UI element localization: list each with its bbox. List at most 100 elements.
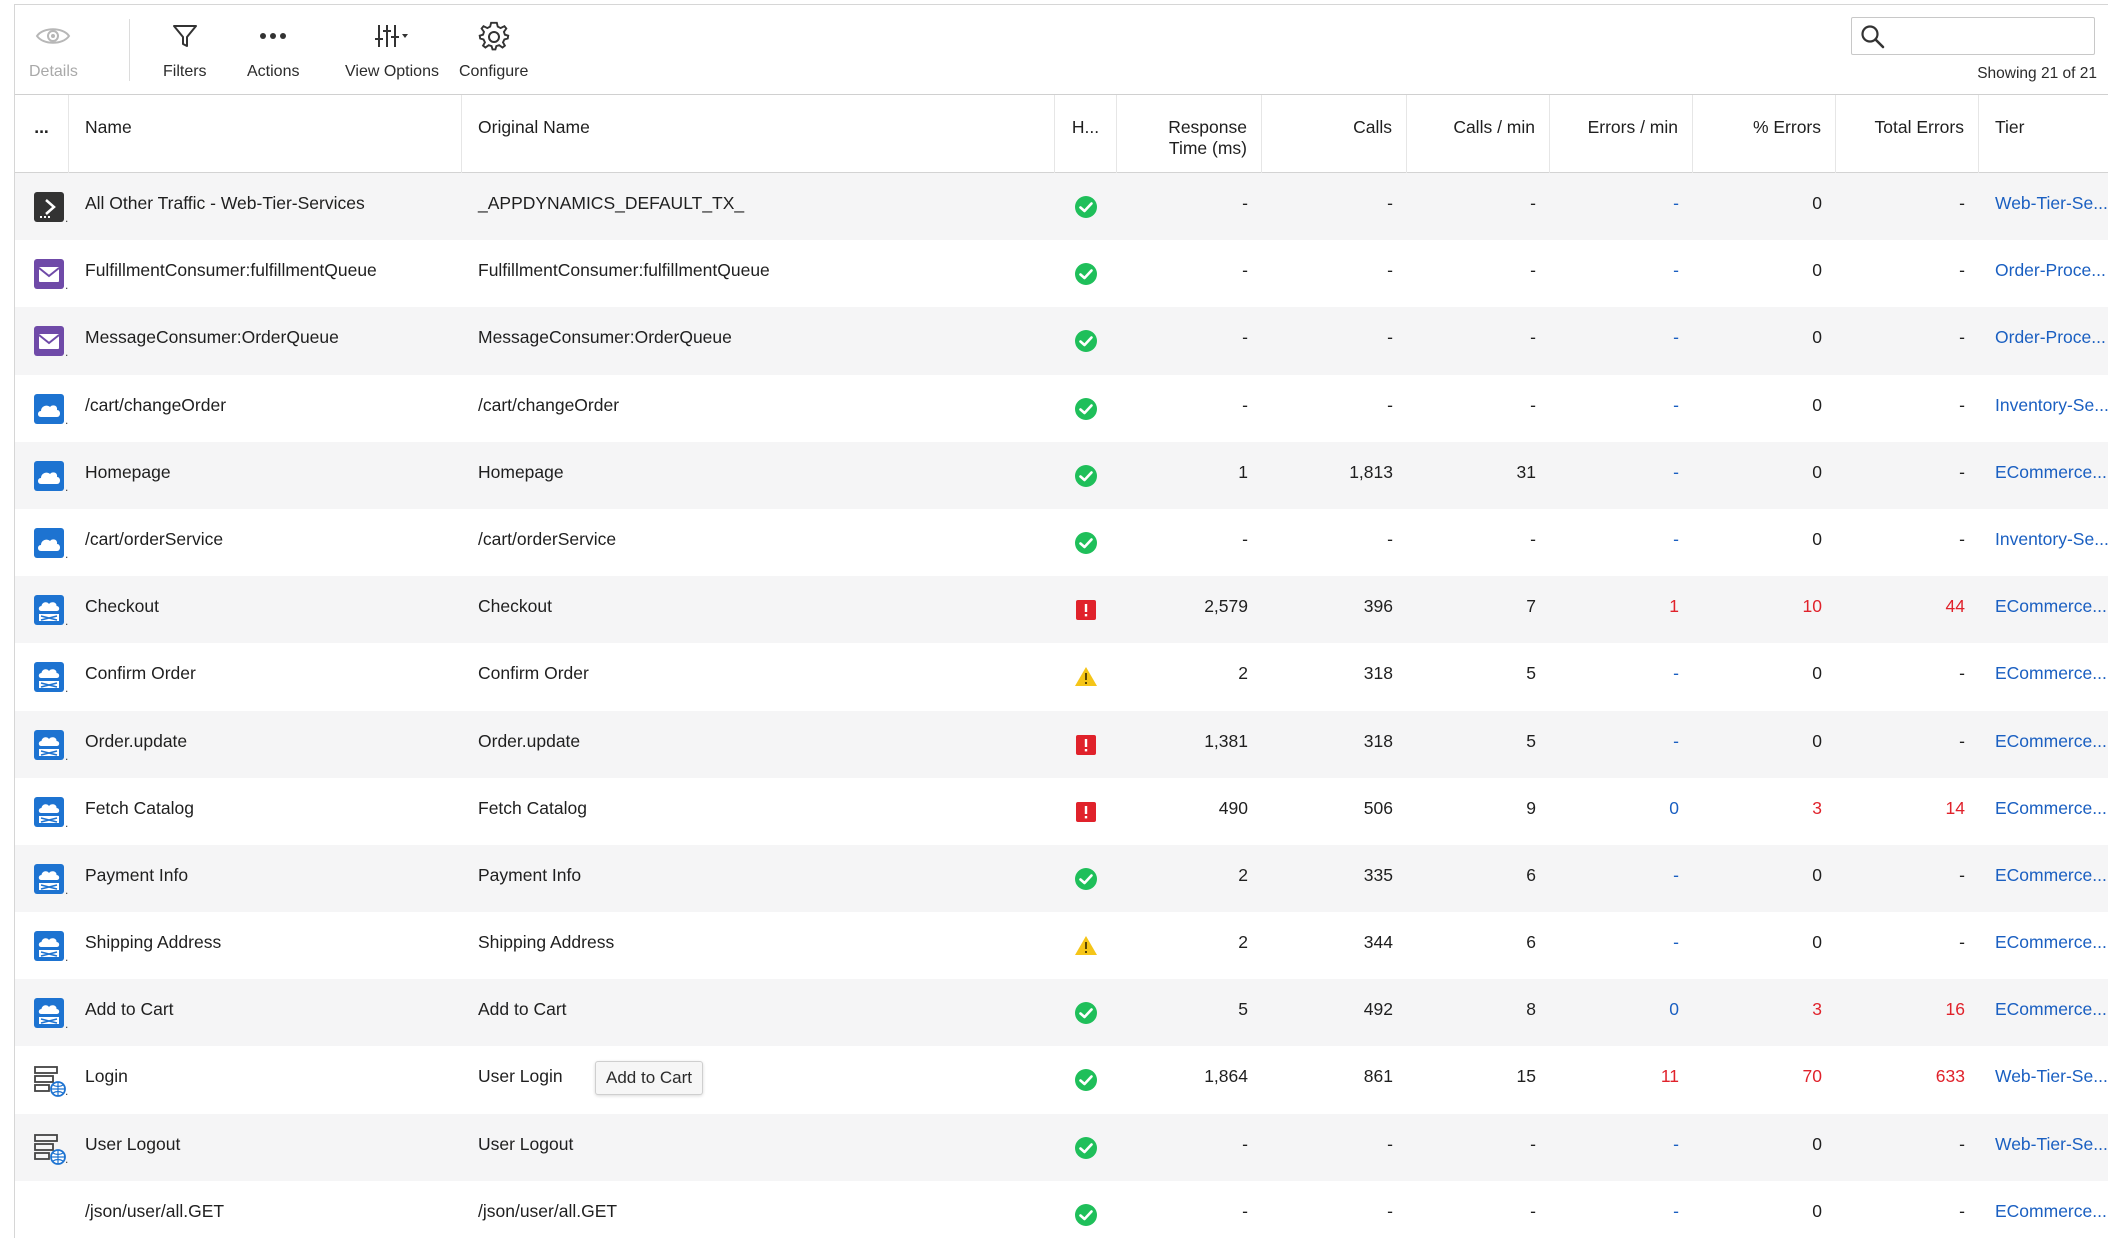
tier-link[interactable]: ECommerce...	[1979, 778, 2108, 845]
response-time-cell: -	[1242, 394, 1248, 415]
tier-link[interactable]: ECommerce...	[1979, 442, 2108, 509]
bt-name-cell[interactable]: Confirm Order	[69, 643, 462, 710]
tier-link[interactable]: Order-Proce...	[1979, 240, 2108, 307]
bt-name-cell[interactable]: User Logout	[69, 1114, 462, 1181]
health-normal-icon[interactable]	[1074, 195, 1098, 219]
column-menu-button[interactable]: ...	[15, 95, 69, 173]
health-warning-icon[interactable]	[1074, 665, 1098, 689]
health-normal-icon[interactable]	[1074, 262, 1098, 286]
web-transaction-icon	[33, 594, 65, 626]
health-normal-icon[interactable]	[1074, 1001, 1098, 1025]
table-row[interactable]: ./cart/orderService/cart/orderService - - -…	[15, 509, 2108, 576]
search-input[interactable]	[1892, 22, 2088, 50]
health-normal-icon[interactable]	[1074, 1068, 1098, 1092]
column-header-percent-errors[interactable]: % Errors	[1693, 95, 1836, 173]
bt-name-cell[interactable]: All Other Traffic - Web-Tier-Services	[69, 173, 462, 240]
calls-per-min-cell: 15	[1516, 1066, 1536, 1087]
bt-name-cell[interactable]: Add to Cart	[69, 979, 462, 1046]
column-header-errors-per-min[interactable]: Errors / min	[1550, 95, 1693, 173]
table-row[interactable]: . Order.update Order.update 1,381 318 5-0- ECo…	[15, 710, 2108, 778]
tier-link[interactable]: Web-Tier-Se...	[1979, 1114, 2108, 1181]
table-row[interactable]: . Payment Info Payment Info 2 335 6-0- ECommer…	[15, 844, 2108, 913]
view-options-button[interactable]: View Options	[345, 19, 439, 81]
actions-button[interactable]: Actions	[247, 19, 299, 81]
health-cell	[1055, 979, 1117, 1046]
bt-name-cell[interactable]: Homepage	[69, 442, 462, 509]
table-row[interactable]: . All Other Traffic - Web-Tier-Services _A…	[15, 173, 2108, 241]
tier-link[interactable]: Web-Tier-Se...	[1979, 173, 2108, 240]
column-header-name[interactable]: Name	[69, 95, 462, 173]
health-warning-icon[interactable]	[1074, 934, 1098, 958]
table-body: . All Other Traffic - Web-Tier-Services _A…	[15, 173, 2108, 1238]
bt-name-cell[interactable]: FulfillmentConsumer:fulfillmentQueue	[69, 240, 462, 307]
table-row[interactable]: . MessageConsumer:OrderQueue MessageConsum…	[15, 307, 2108, 375]
column-header-health[interactable]: H...	[1055, 95, 1117, 173]
table-row[interactable]: . Shipping Address Shipping Address 2 344 6-0…	[15, 912, 2108, 979]
bt-name-cell[interactable]: /json/user/all.GET	[69, 1181, 462, 1238]
column-header-total-errors[interactable]: Total Errors	[1836, 95, 1979, 173]
table-row[interactable]: . FulfillmentConsumer:fulfillmentQueue Ful…	[15, 240, 2108, 307]
search-box[interactable]	[1851, 17, 2095, 55]
tier-link[interactable]: ECommerce...	[1979, 845, 2108, 912]
bt-name-cell[interactable]: /cart/changeOrder	[69, 375, 462, 442]
calls-cell: -	[1387, 1133, 1393, 1154]
table-row[interactable]: ./cart/changeOrder/cart/changeOrder - - - -0…	[15, 375, 2108, 442]
table-header: ... Name Original Name H... Response Tim…	[15, 95, 2108, 173]
column-header-calls-per-min[interactable]: Calls / min	[1407, 95, 1550, 173]
bt-name-cell[interactable]: Checkout	[69, 576, 462, 643]
health-critical-icon[interactable]	[1074, 598, 1098, 622]
tier-link[interactable]: ECommerce...	[1979, 711, 2108, 778]
table-row[interactable]: . Login User Login 1,864 861 15 11 70 633 Web-Tie…	[15, 1046, 2108, 1113]
health-normal-icon[interactable]	[1074, 531, 1098, 555]
bt-name-cell[interactable]: Payment Info	[69, 845, 462, 912]
health-normal-icon[interactable]	[1074, 329, 1098, 353]
bt-name-cell[interactable]: Shipping Address	[69, 912, 462, 979]
table-row[interactable]: /json/user/all.GET/json/user/all.GET - - - -…	[15, 1181, 2108, 1238]
health-normal-icon[interactable]	[1074, 1203, 1098, 1227]
percent-errors-cell: 0	[1812, 528, 1822, 549]
bt-name-cell[interactable]: Login	[69, 1046, 462, 1113]
response-time-cell: -	[1242, 260, 1248, 281]
column-header-original-name[interactable]: Original Name	[462, 95, 1055, 173]
table-row[interactable]: . Homepage Homepage 1 1,813 31-0- ECommerce...	[15, 441, 2108, 509]
response-time-cell: 2	[1238, 932, 1248, 953]
bt-name-cell[interactable]: /cart/orderService	[69, 509, 462, 576]
tier-link[interactable]: ECommerce...	[1979, 912, 2108, 979]
tier-link[interactable]: Inventory-Se...	[1979, 375, 2108, 442]
details-button[interactable]: Details	[29, 19, 78, 81]
table-row[interactable]: . Add to Cart Add to Cart 5 492 8 0 3 16 ECommerc…	[15, 979, 2108, 1047]
tier-link[interactable]: Inventory-Se...	[1979, 509, 2108, 576]
health-critical-icon[interactable]	[1074, 800, 1098, 824]
column-header-response-time[interactable]: Response Time (ms)	[1117, 95, 1262, 173]
column-header-tier[interactable]: Tier	[1979, 95, 2108, 173]
response-time-cell: -	[1242, 1200, 1248, 1221]
health-normal-icon[interactable]	[1074, 1136, 1098, 1160]
column-header-calls[interactable]: Calls	[1262, 95, 1407, 173]
tier-link[interactable]: Order-Proce...	[1979, 307, 2108, 374]
tier-link[interactable]: ECommerce...	[1979, 1181, 2108, 1238]
row-type-marker: .	[65, 815, 69, 830]
table-row[interactable]: . User Logout User Logout - - - -0- Web-Tier-Se…	[15, 1113, 2108, 1181]
calls-per-min-cell: 31	[1516, 461, 1536, 482]
bt-name-cell[interactable]: Fetch Catalog	[69, 778, 462, 845]
health-normal-icon[interactable]	[1074, 397, 1098, 421]
table-row[interactable]: . Confirm Order Confirm Order 2 318 5-0- EComm…	[15, 643, 2108, 710]
configure-button[interactable]: Configure	[459, 19, 528, 81]
tier-link[interactable]: ECommerce...	[1979, 643, 2108, 710]
errors-per-min-cell: -	[1673, 461, 1679, 482]
health-cell	[1055, 1114, 1117, 1181]
bt-name-cell[interactable]: MessageConsumer:OrderQueue	[69, 307, 462, 374]
table-row[interactable]: . Fetch Catalog Fetch Catalog 490 506 9 0 3 14 EC…	[15, 778, 2108, 845]
health-normal-icon[interactable]	[1074, 867, 1098, 891]
tier-link[interactable]: ECommerce...	[1979, 979, 2108, 1046]
bt-name-cell[interactable]: Order.update	[69, 711, 462, 778]
table-row[interactable]: . Checkout Checkout 2,579 396 7 1 10 44 ECommerce…	[15, 576, 2108, 644]
health-critical-icon[interactable]	[1074, 733, 1098, 757]
health-normal-icon[interactable]	[1074, 464, 1098, 488]
calls-per-min-cell: -	[1530, 1133, 1536, 1154]
tier-link[interactable]: Web-Tier-Se...	[1979, 1046, 2108, 1113]
tier-link[interactable]: ECommerce...	[1979, 576, 2108, 643]
calls-per-min-cell: 5	[1526, 663, 1536, 684]
filters-button[interactable]: Filters	[163, 19, 207, 81]
original-name-cell: MessageConsumer:OrderQueue	[478, 327, 732, 348]
